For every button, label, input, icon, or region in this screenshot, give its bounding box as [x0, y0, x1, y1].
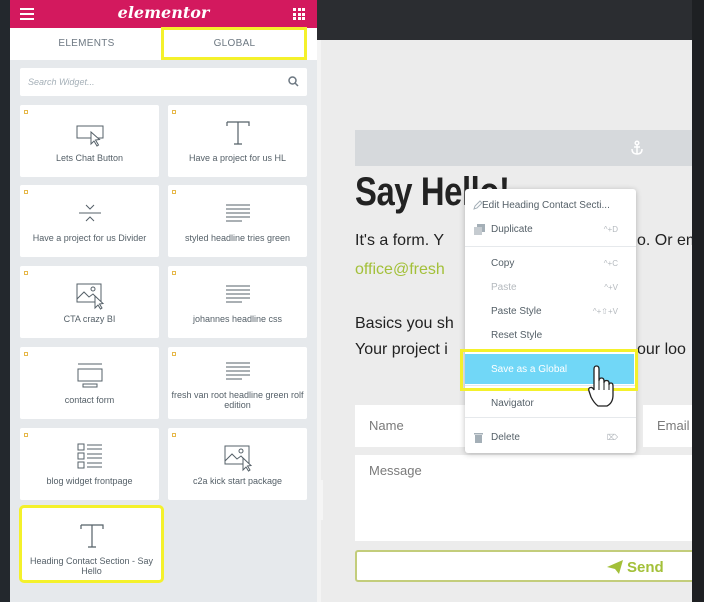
- posts-icon: [77, 443, 102, 469]
- widget-card[interactable]: blog widget frontpage: [20, 428, 159, 500]
- window-frame-right: [692, 0, 704, 602]
- image-icon: [224, 445, 252, 472]
- elementor-logo: elementor: [117, 3, 210, 22]
- menu-item-copy[interactable]: Copy ^+C: [465, 253, 636, 275]
- global-marker-icon: [24, 271, 28, 275]
- search-widget-field[interactable]: Search Widget...: [20, 68, 307, 96]
- menu-item-label: Navigator: [491, 398, 534, 409]
- global-marker-icon: [172, 110, 176, 114]
- name-placeholder: Name: [369, 418, 404, 433]
- menu-item-delete[interactable]: Delete ⌦: [465, 427, 636, 449]
- menu-item-shortcut: ^+D: [603, 225, 618, 234]
- divider-icon: [78, 204, 101, 222]
- elementor-panel: elementor ELEMENTS GLOBAL Search Widget.…: [10, 0, 317, 602]
- widget-label: Have a project for us Divider: [32, 233, 147, 243]
- intro-text: It's a form. Y: [355, 232, 445, 249]
- project-text-tail: our loo: [637, 341, 686, 358]
- widgets-grid-icon[interactable]: [293, 8, 305, 20]
- widget-label: Have a project for us HL: [188, 153, 287, 163]
- widget-card[interactable]: Lets Chat Button: [20, 105, 159, 177]
- widget-label: fresh van root headline green rolf editi…: [171, 390, 304, 410]
- widget-card[interactable]: styled headline tries green: [168, 185, 307, 257]
- menu-item-edit[interactable]: Edit Heading Contact Secti...: [465, 195, 636, 217]
- image-icon: [76, 283, 104, 310]
- widget-card-heading-contact[interactable]: Heading Contact Section - Say Hello: [19, 505, 164, 583]
- window-frame-left: [0, 0, 10, 602]
- widget-label: johannes headline css: [192, 314, 283, 324]
- menu-item-label: Copy: [491, 258, 515, 269]
- widget-label: CTA crazy BI: [63, 314, 116, 324]
- widget-label: Heading Contact Section - Say Hello: [29, 556, 154, 576]
- basics-text: Basics you sh: [355, 315, 454, 332]
- global-marker-icon: [24, 110, 28, 114]
- email-field[interactable]: Email: [643, 405, 692, 447]
- menu-item-paste[interactable]: Paste ^+V: [465, 277, 636, 299]
- context-menu: Edit Heading Contact Secti... Duplicate …: [465, 189, 636, 453]
- panel-header: elementor: [10, 0, 317, 28]
- heading-icon: [225, 121, 250, 145]
- global-marker-icon: [172, 190, 176, 194]
- global-marker-icon: [24, 433, 28, 437]
- menu-item-label: Paste Style: [491, 306, 542, 317]
- menu-separator: [465, 417, 636, 418]
- menu-separator: [465, 246, 636, 247]
- menu-item-label: Edit Heading Contact Secti...: [482, 200, 610, 211]
- text-editor-icon: [225, 285, 250, 303]
- global-tab-highlight: [161, 27, 307, 60]
- menu-item-shortcut: ^+C: [603, 259, 618, 268]
- global-marker-icon: [172, 352, 176, 356]
- widget-card[interactable]: CTA crazy BI: [20, 266, 159, 338]
- widget-label: Lets Chat Button: [55, 153, 124, 163]
- menu-item-shortcut: ^+V: [604, 283, 618, 292]
- name-field[interactable]: Name: [355, 405, 465, 447]
- button-icon: [76, 125, 103, 147]
- menu-item-label: Delete: [491, 432, 520, 443]
- widget-label: styled headline tries green: [184, 233, 291, 243]
- text-editor-icon: [225, 204, 250, 222]
- widget-card[interactable]: johannes headline css: [168, 266, 307, 338]
- widget-card[interactable]: contact form: [20, 347, 159, 419]
- send-label: Send: [627, 559, 664, 576]
- widget-card[interactable]: Have a project for us HL: [168, 105, 307, 177]
- project-text: Your project i: [355, 341, 448, 358]
- menu-item-label: Duplicate: [491, 224, 533, 235]
- global-marker-icon: [24, 352, 28, 356]
- canvas-header: [317, 0, 692, 40]
- menu-item-duplicate[interactable]: Duplicate ^+D: [465, 219, 636, 241]
- widget-card[interactable]: Have a project for us Divider: [20, 185, 159, 257]
- hand-cursor-icon: [588, 365, 614, 407]
- search-icon: [288, 76, 299, 87]
- email-link[interactable]: office@fresh: [355, 261, 445, 279]
- text-editor-icon: [225, 362, 250, 380]
- email-placeholder: Email: [657, 418, 690, 433]
- paper-plane-icon: [607, 560, 623, 574]
- search-input[interactable]: Search Widget...: [28, 77, 94, 87]
- widget-label: blog widget frontpage: [46, 476, 133, 486]
- global-marker-icon: [172, 271, 176, 275]
- heading-icon: [79, 524, 104, 548]
- global-marker-icon: [172, 433, 176, 437]
- intro-text-tail: o. Or em: [637, 232, 692, 249]
- send-button[interactable]: Send: [355, 550, 692, 582]
- menu-item-label: Paste: [491, 282, 517, 293]
- global-marker-icon: [24, 190, 28, 194]
- widget-card[interactable]: c2a kick start package: [168, 428, 307, 500]
- message-field[interactable]: Message: [355, 455, 692, 541]
- menu-item-reset-style[interactable]: Reset Style: [465, 325, 636, 347]
- message-placeholder: Message: [369, 463, 422, 478]
- trash-icon: [474, 433, 483, 443]
- anchor-icon: [631, 140, 643, 155]
- widget-card[interactable]: fresh van root headline green rolf editi…: [168, 347, 307, 419]
- widget-label: c2a kick start package: [192, 476, 283, 486]
- panel-collapse-handle[interactable]: [317, 480, 323, 520]
- widget-label: contact form: [64, 395, 115, 405]
- duplicate-icon: [474, 224, 485, 235]
- menu-item-shortcut: ⌦: [606, 433, 618, 442]
- menu-item-paste-style[interactable]: Paste Style ^+⇧+V: [465, 301, 636, 323]
- tab-elements[interactable]: ELEMENTS: [10, 28, 163, 60]
- form-icon: [77, 363, 102, 388]
- menu-item-label: Reset Style: [491, 330, 543, 341]
- menu-item-shortcut: ^+⇧+V: [592, 307, 618, 316]
